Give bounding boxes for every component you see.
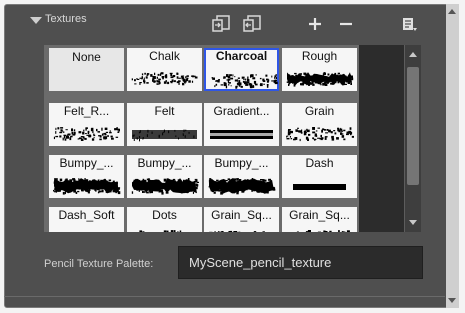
texture-label: Dots: [152, 208, 177, 222]
texture-label: Bumpy_...: [59, 156, 114, 170]
remove-icon[interactable]: [335, 13, 357, 35]
texture-label: Dash_Soft: [58, 208, 115, 222]
texture-label: Gradient...: [213, 104, 270, 118]
texture-label: Grain: [304, 104, 335, 118]
texture-swatch-felt-r: [52, 124, 121, 144]
add-icon[interactable]: [304, 13, 326, 35]
texture-swatch-chalk: [130, 69, 199, 89]
texture-label: Chalk: [149, 49, 180, 63]
texture-label: Bumpy_...: [214, 156, 269, 170]
import-texture-icon[interactable]: [210, 13, 232, 35]
texture-cell-bumpy2[interactable]: Bumpy_...: [127, 155, 202, 198]
texture-swatch-grain-sq1: [207, 228, 276, 232]
outer-scrollbar[interactable]: [446, 4, 459, 308]
texture-label: Grain_Sq...: [289, 208, 350, 222]
textures-header: Textures: [5, 5, 458, 43]
texture-cell-grain[interactable]: Grain: [282, 103, 357, 146]
outer-scroll-up-icon[interactable]: [448, 9, 456, 14]
pencil-texture-palette-label: Pencil Texture Palette:: [44, 258, 154, 270]
texture-swatch-grain-sq2: [285, 228, 354, 232]
collapse-triangle-icon[interactable]: [30, 17, 42, 24]
texture-swatch-charcoal: [209, 71, 278, 91]
export-texture-icon[interactable]: [241, 13, 263, 35]
texture-cell-bumpy1[interactable]: Bumpy_...: [49, 155, 124, 198]
texture-label: None: [72, 50, 101, 64]
texture-cell-dots[interactable]: Dots: [127, 207, 202, 232]
texture-cell-gradient[interactable]: Gradient...: [204, 103, 279, 146]
texture-cell-charcoal[interactable]: Charcoal: [204, 48, 279, 91]
textures-title: Textures: [45, 13, 87, 25]
texture-cell-none[interactable]: None: [49, 48, 124, 91]
texture-label: Felt_R...: [63, 104, 110, 118]
texture-grid: None Chalk Charcoal Rough Felt_R... Felt Gradi…: [44, 45, 404, 232]
texture-cell-dash[interactable]: Dash: [282, 155, 357, 198]
texture-label: Dash: [305, 156, 334, 170]
texture-label: Grain_Sq...: [211, 208, 272, 222]
pencil-texture-palette-field[interactable]: MyScene_pencil_texture: [178, 246, 423, 279]
texture-swatch-dash-soft: [52, 228, 121, 232]
texture-cell-dash-soft[interactable]: Dash_Soft: [49, 207, 124, 232]
texture-swatch-dots: [130, 228, 199, 232]
texture-swatch-felt: [130, 124, 199, 144]
grid-empty-area: [359, 45, 404, 232]
texture-swatch-gradient: [207, 124, 276, 144]
texture-label: Charcoal: [215, 49, 268, 63]
texture-cell-rough[interactable]: Rough: [282, 48, 357, 91]
scroll-thumb[interactable]: [407, 67, 419, 185]
texture-cell-felt-r[interactable]: Felt_R...: [49, 103, 124, 146]
texture-label: Rough: [301, 49, 338, 63]
texture-swatch-dash: [285, 176, 354, 196]
outer-scroll-down-icon[interactable]: [448, 298, 456, 303]
texture-cell-grain-sq1[interactable]: Grain_Sq...: [204, 207, 279, 232]
texture-cell-bumpy3[interactable]: Bumpy_...: [204, 155, 279, 198]
texture-cell-chalk[interactable]: Chalk: [127, 48, 202, 91]
textures-panel: Textures None Chalk Charcoal Rough Felt_R...…: [4, 4, 459, 308]
texture-label: Felt: [154, 104, 175, 118]
texture-cell-felt[interactable]: Felt: [127, 103, 202, 146]
divider: [4, 296, 445, 297]
texture-swatch-bumpy1: [52, 176, 121, 196]
scroll-down-icon[interactable]: [409, 220, 417, 225]
texture-label: Bumpy_...: [137, 156, 192, 170]
texture-swatch-bumpy3: [207, 176, 276, 196]
texture-swatch-grain: [285, 124, 354, 144]
texture-cell-grain-sq2[interactable]: Grain_Sq...: [282, 207, 357, 232]
texture-swatch-rough: [285, 69, 354, 89]
scroll-up-icon[interactable]: [409, 52, 417, 57]
menu-icon[interactable]: [398, 13, 420, 35]
texture-grid-scrollbar[interactable]: [404, 45, 421, 232]
texture-swatch-bumpy2: [130, 176, 199, 196]
